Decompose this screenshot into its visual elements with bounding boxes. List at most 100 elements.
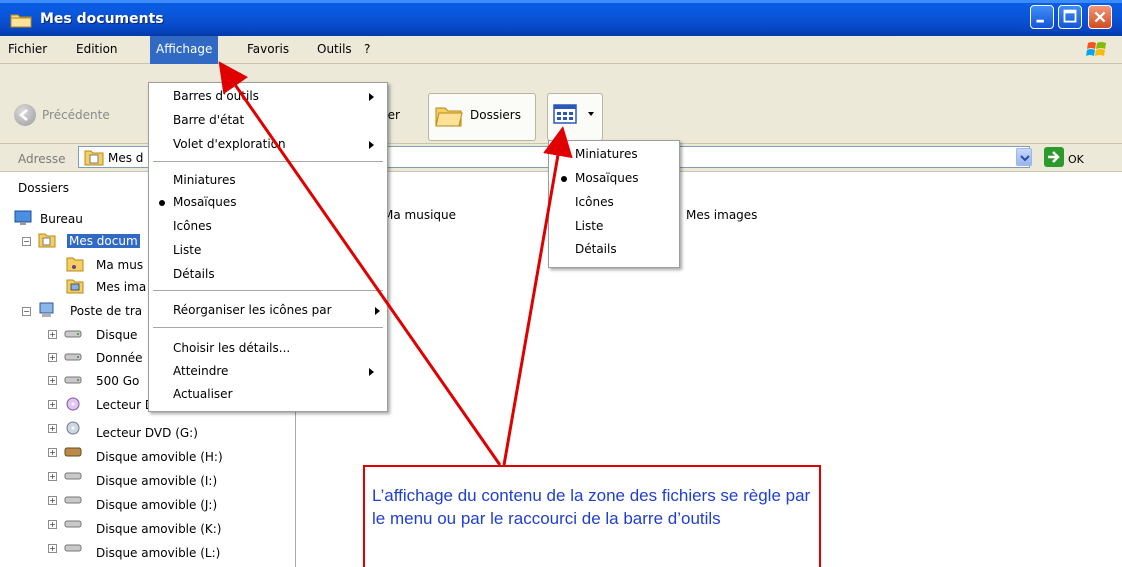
- removable-drive-icon: [64, 544, 82, 552]
- menu-edition[interactable]: Edition: [76, 42, 118, 56]
- removable-drive-icon: [64, 520, 82, 528]
- menu-item-choose-details[interactable]: Choisir les détails...: [173, 341, 290, 355]
- menu-item-list[interactable]: Liste: [173, 243, 201, 257]
- tree-item-label[interactable]: Mes docum: [67, 234, 140, 248]
- windows-logo-icon: [1086, 42, 1106, 56]
- my-documents-icon: [84, 150, 104, 166]
- affichage-menu: Barres d'outils Barre d'état Volet d'exp…: [148, 82, 388, 412]
- tree-item-label[interactable]: 500 Go: [96, 374, 139, 388]
- expand-toggle[interactable]: +: [48, 376, 57, 385]
- tree-item-label[interactable]: Disque amovible (I:): [96, 474, 217, 488]
- checked-bullet-icon: [159, 200, 165, 206]
- views-item-details[interactable]: Détails: [575, 242, 617, 256]
- tree-item-label[interactable]: Lecteur DVD (G:): [96, 426, 198, 440]
- drive-icon: [64, 376, 82, 384]
- tree-item-label[interactable]: Poste de tra: [70, 304, 142, 318]
- tree-item-label[interactable]: Bureau: [40, 212, 83, 226]
- removable-drive-icon: [64, 472, 82, 480]
- my-documents-icon: [38, 233, 56, 248]
- submenu-arrow-icon: [375, 307, 380, 315]
- views-item-thumbnails[interactable]: Miniatures: [575, 147, 638, 161]
- tree-item-label[interactable]: Disque amovible (L:): [96, 546, 220, 560]
- drive-icon: [64, 353, 82, 361]
- views-icon: [553, 104, 577, 124]
- content-item-music[interactable]: Ma musique: [383, 208, 456, 222]
- menu-fichier[interactable]: Fichier: [8, 42, 47, 56]
- window-title: Mes documents: [40, 11, 164, 27]
- menu-item-statusbar[interactable]: Barre d'état: [173, 113, 244, 127]
- dvd-icon: [66, 397, 80, 411]
- submenu-arrow-icon: [369, 368, 374, 376]
- tree-item-label[interactable]: Disque amovible (H:): [96, 450, 223, 464]
- chevron-down-icon[interactable]: [588, 112, 594, 116]
- chevron-down-icon: [1020, 155, 1030, 162]
- expand-toggle[interactable]: +: [48, 544, 57, 553]
- views-menu: Miniatures Mosaïques Icônes Liste Détail…: [548, 140, 680, 268]
- menu-item-tiles[interactable]: Mosaïques: [173, 195, 237, 209]
- tree-item-label[interactable]: Mes ima: [96, 280, 146, 294]
- expand-toggle[interactable]: +: [48, 496, 57, 505]
- go-button[interactable]: [1044, 147, 1064, 167]
- menu-item-refresh[interactable]: Actualiser: [173, 387, 233, 401]
- menu-affichage[interactable]: Affichage: [150, 36, 219, 64]
- address-value: Mes d: [108, 151, 144, 165]
- folder-icon: [10, 14, 32, 28]
- views-item-list[interactable]: Liste: [575, 219, 603, 233]
- go-arrow-icon: [1048, 151, 1060, 163]
- back-icon[interactable]: [14, 104, 36, 126]
- minimize-icon: [1036, 19, 1044, 23]
- menu-outils[interactable]: Outils: [317, 42, 352, 56]
- collapse-toggle[interactable]: −: [22, 237, 31, 246]
- tree-item-label[interactable]: Disque amovible (K:): [96, 522, 222, 536]
- checked-bullet-icon: [561, 176, 567, 182]
- content-item-pictures[interactable]: Mes images: [686, 208, 757, 222]
- removable-drive-icon: [64, 447, 82, 457]
- minimize-button[interactable]: [1030, 5, 1054, 29]
- menu-item-icons[interactable]: Icônes: [173, 219, 212, 233]
- music-folder-icon: [66, 257, 84, 272]
- menu-item-thumbnails[interactable]: Miniatures: [173, 173, 236, 187]
- menu-help[interactable]: ?: [364, 42, 370, 56]
- maximize-icon: [1063, 9, 1077, 23]
- expand-toggle[interactable]: +: [48, 424, 57, 433]
- menu-item-toolbars[interactable]: Barres d'outils: [173, 89, 259, 103]
- folders-icon: [435, 107, 463, 127]
- menu-item-arrange-icons[interactable]: Réorganiser les icônes par: [173, 303, 332, 317]
- back-button-label[interactable]: Précédente: [42, 108, 110, 122]
- menu-item-details[interactable]: Détails: [173, 267, 215, 281]
- menu-separator: [153, 327, 383, 328]
- dvd-icon: [66, 421, 80, 435]
- computer-icon: [39, 302, 54, 317]
- menu-favoris[interactable]: Favoris: [247, 42, 289, 56]
- collapse-toggle[interactable]: −: [22, 307, 31, 316]
- expand-toggle[interactable]: +: [48, 448, 57, 457]
- views-item-icons[interactable]: Icônes: [575, 195, 614, 209]
- expand-toggle[interactable]: +: [48, 330, 57, 339]
- address-label: Adresse: [18, 152, 66, 166]
- go-label[interactable]: OK: [1068, 153, 1084, 166]
- expand-toggle[interactable]: +: [48, 520, 57, 529]
- tree-item-label[interactable]: Donnée: [96, 351, 143, 365]
- removable-drive-icon: [64, 496, 82, 504]
- tree-item-label[interactable]: Disque: [96, 328, 137, 342]
- maximize-button[interactable]: [1058, 5, 1082, 29]
- menu-bar: Fichier Edition Affichage Favoris Outils…: [0, 36, 1122, 64]
- expand-toggle[interactable]: +: [48, 353, 57, 362]
- title-bar[interactable]: Mes documents: [0, 0, 1122, 36]
- expand-toggle[interactable]: +: [48, 400, 57, 409]
- tree-item-label[interactable]: Ma mus: [96, 258, 143, 272]
- expand-toggle[interactable]: +: [48, 472, 57, 481]
- close-button[interactable]: [1088, 5, 1112, 29]
- menu-separator: [153, 290, 383, 291]
- menu-item-explorer-pane[interactable]: Volet d'exploration: [173, 137, 286, 151]
- views-item-tiles[interactable]: Mosaïques: [575, 171, 639, 185]
- address-dropdown-button[interactable]: [1016, 148, 1032, 166]
- drive-icon: [64, 330, 82, 338]
- menu-item-go-to[interactable]: Atteindre: [173, 364, 228, 378]
- pictures-folder-icon: [66, 279, 84, 294]
- desktop-icon: [14, 210, 32, 225]
- close-icon: [1094, 11, 1106, 23]
- submenu-arrow-icon: [369, 141, 374, 149]
- annotation-text: L’affichage du contenu de la zone des fi…: [372, 486, 811, 528]
- tree-item-label[interactable]: Disque amovible (J:): [96, 498, 217, 512]
